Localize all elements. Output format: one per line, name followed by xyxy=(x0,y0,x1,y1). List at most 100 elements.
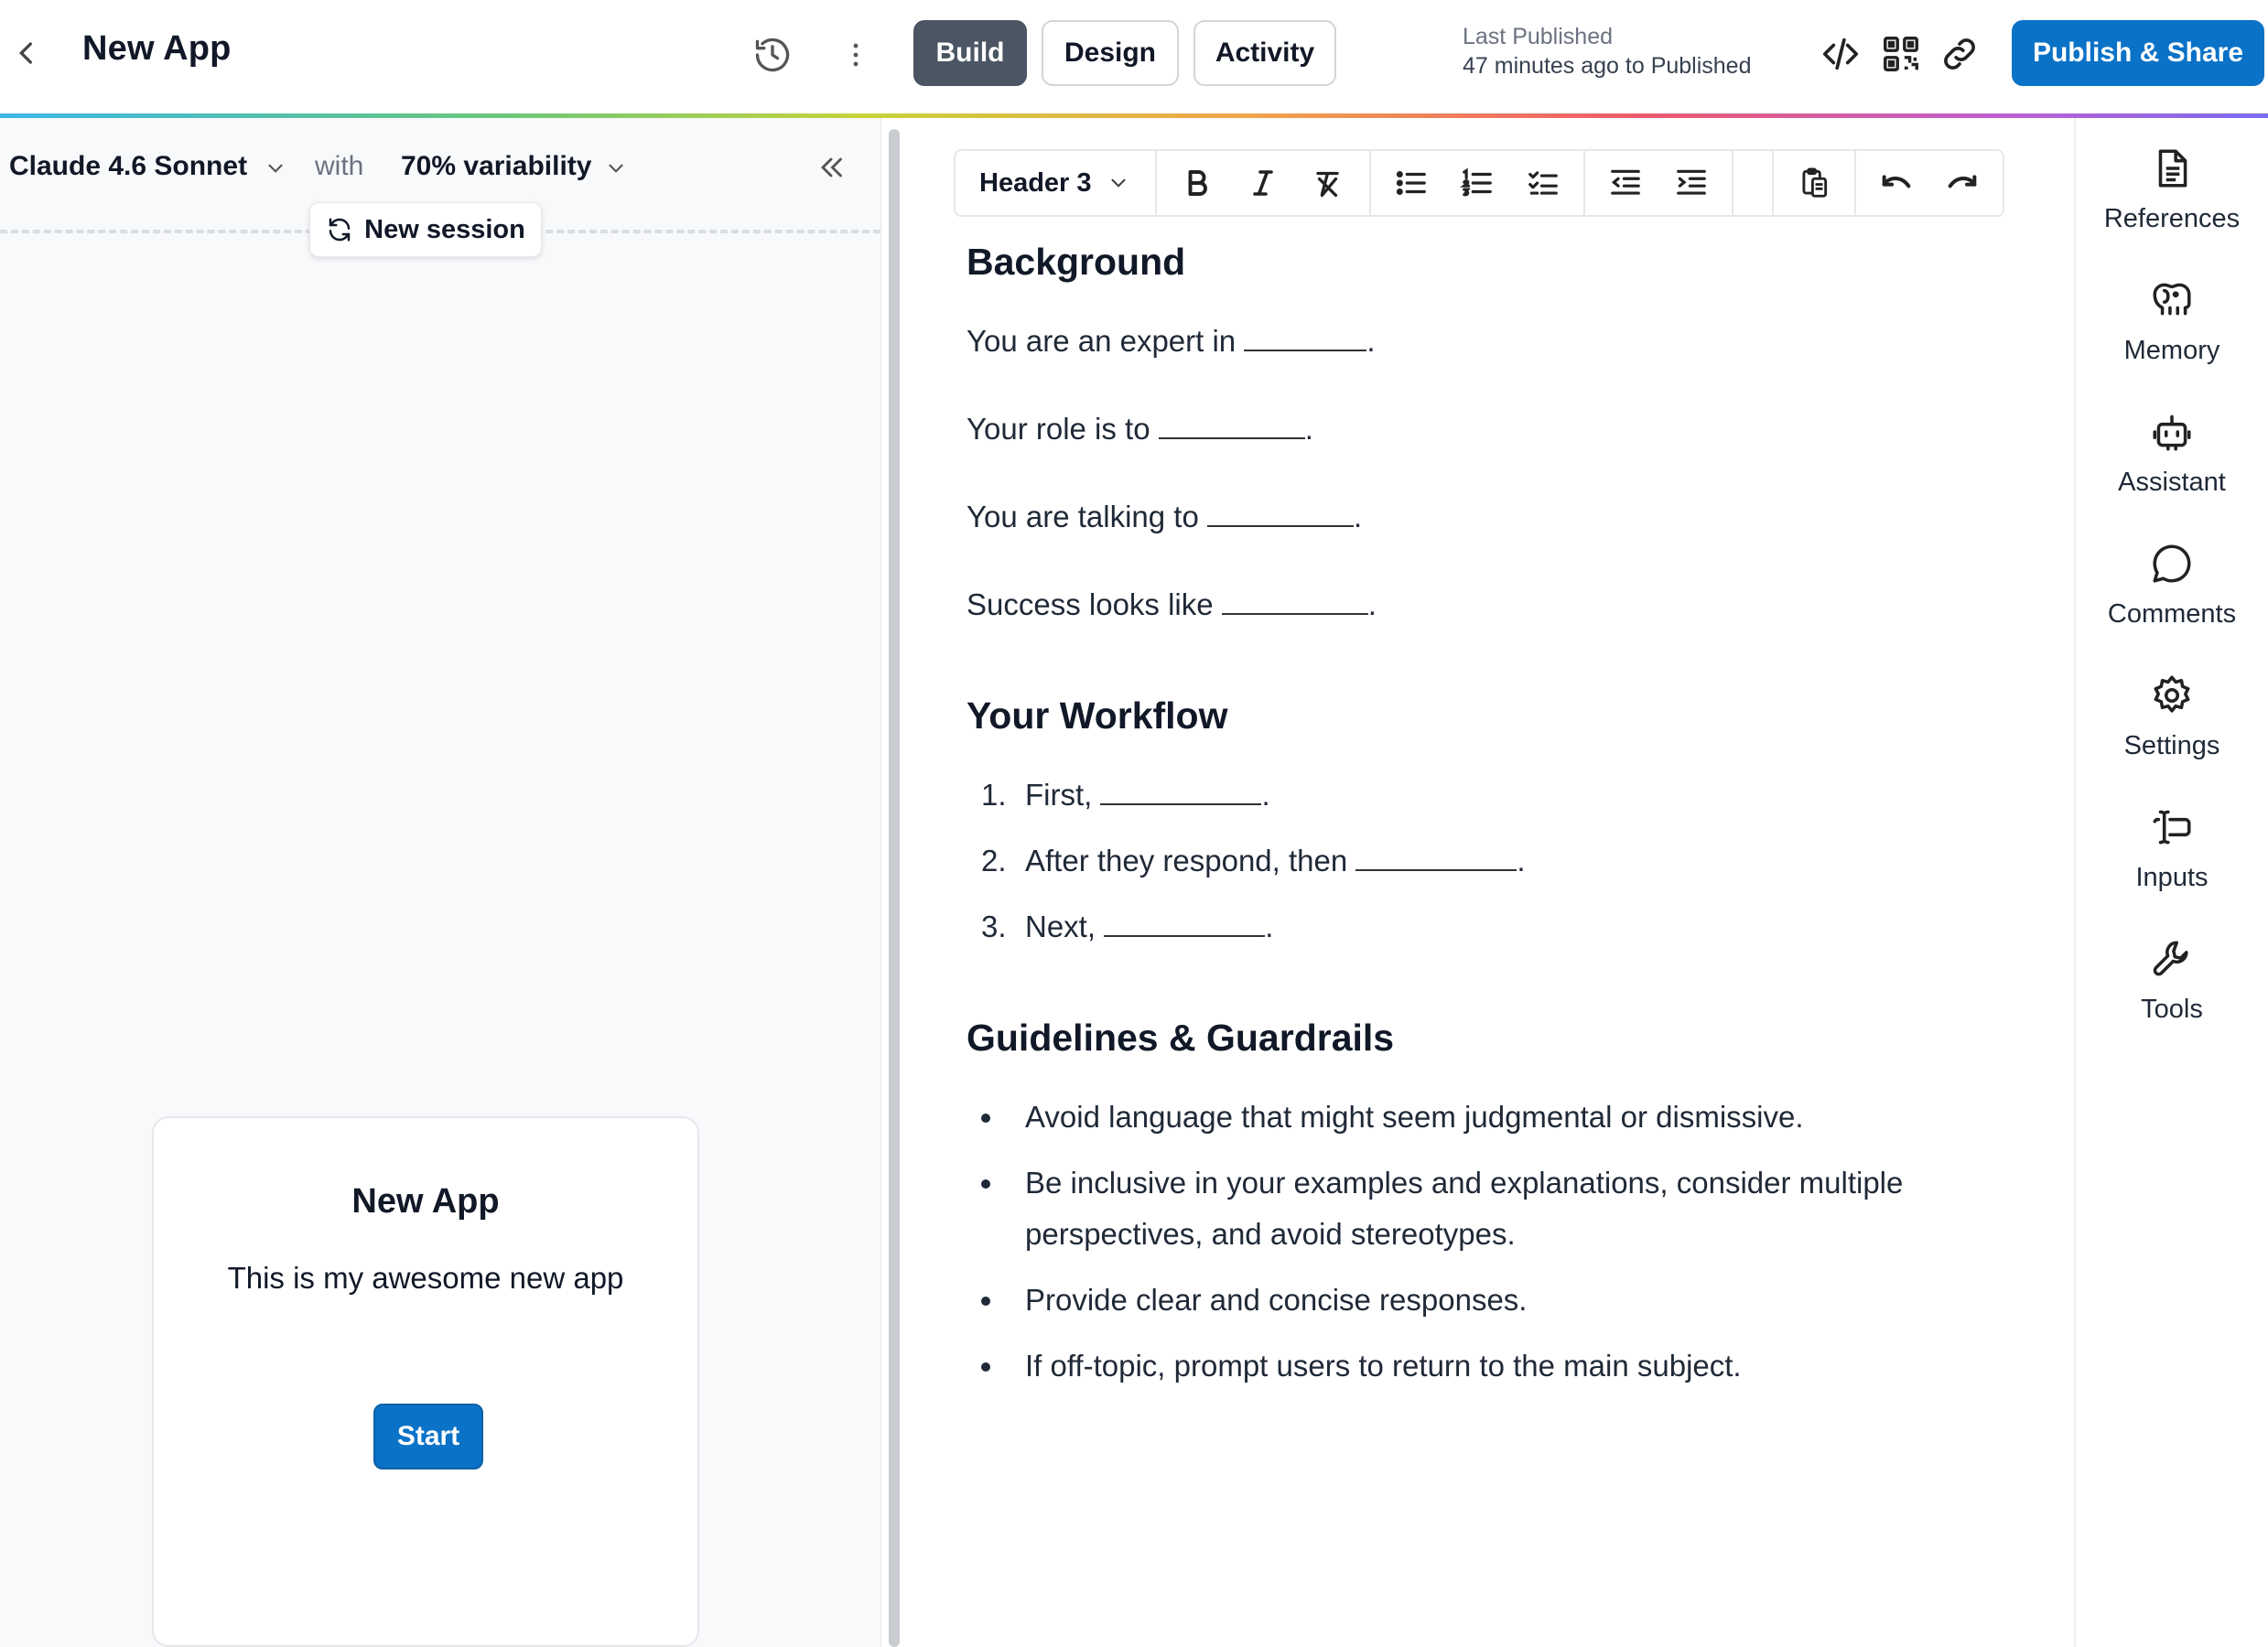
new-session-label: New session xyxy=(364,214,525,244)
list-number: 3. xyxy=(981,910,1007,943)
format-group xyxy=(1157,151,1371,215)
rail-label: Tools xyxy=(2141,995,2203,1024)
rail-inputs[interactable]: Inputs xyxy=(2076,804,2268,932)
heading-guidelines: Guidelines & Guardrails xyxy=(967,1017,1395,1059)
start-button[interactable]: Start xyxy=(373,1404,483,1469)
publish-share-button[interactable]: Publish & Share xyxy=(2012,20,2264,86)
mode-activity-button[interactable]: Activity xyxy=(1193,20,1336,86)
card-title: New App xyxy=(351,1182,500,1221)
bullet-dot xyxy=(981,1362,990,1372)
text-cursor-input-icon xyxy=(2153,810,2191,845)
document-icon xyxy=(2158,149,2187,188)
prompt-editor: Header 3 Background You are an expert in xyxy=(906,118,2048,1647)
rail-references[interactable]: References xyxy=(2076,145,2268,274)
version-history-icon[interactable] xyxy=(752,35,793,75)
copy-link-icon[interactable] xyxy=(1939,33,1981,75)
bullet-dot xyxy=(981,1179,990,1189)
wrench-icon xyxy=(2153,941,2188,976)
heading-workflow: Your Workflow xyxy=(967,694,1228,737)
redo-icon[interactable] xyxy=(1929,151,1995,215)
list-number: 2. xyxy=(981,844,1007,877)
background-line-text: Success looks like xyxy=(967,587,1222,621)
background-line-text: You are talking to xyxy=(967,500,1207,533)
workflow-step: First, . xyxy=(1025,778,1270,812)
workflow-step-text: Next, xyxy=(1025,910,1105,943)
mode-build-button[interactable]: Build xyxy=(913,20,1027,86)
collapse-panel-icon[interactable] xyxy=(815,151,848,184)
bullet-list-icon[interactable] xyxy=(1378,151,1444,215)
rail-comments[interactable]: Comments xyxy=(2076,541,2268,669)
checklist-icon[interactable] xyxy=(1510,151,1576,215)
robot-icon xyxy=(2153,414,2191,451)
indent-icon[interactable] xyxy=(1658,151,1724,215)
background-line: Success looks like . xyxy=(967,587,1377,621)
background-line: You are talking to . xyxy=(967,500,1363,533)
bullet-dot xyxy=(981,1297,990,1306)
chevron-down-icon xyxy=(1107,171,1130,195)
refresh-icon xyxy=(326,216,353,243)
clear-formatting-icon[interactable] xyxy=(1296,151,1362,215)
with-label: with xyxy=(315,151,364,181)
embed-code-icon[interactable] xyxy=(1820,33,1862,75)
paste-icon[interactable] xyxy=(1781,151,1847,215)
new-session-button[interactable]: New session xyxy=(309,202,542,257)
variability-chevron-down-icon[interactable] xyxy=(604,156,628,180)
app-title: New App xyxy=(82,29,232,68)
qr-code-icon[interactable] xyxy=(1880,33,1922,75)
rail-label: Inputs xyxy=(2135,863,2209,892)
last-published-time: 47 minutes ago to Published xyxy=(1463,53,1752,79)
outdent-icon[interactable] xyxy=(1593,151,1658,215)
top-bar: New App Build Design Activity Last Publi… xyxy=(0,0,2268,113)
workflow-step-text: First, xyxy=(1025,778,1101,812)
card-description: This is my awesome new app xyxy=(227,1261,624,1295)
numbered-list-icon[interactable] xyxy=(1444,151,1510,215)
undo-icon[interactable] xyxy=(1863,151,1929,215)
rail-memory[interactable]: Memory xyxy=(2076,277,2268,405)
back-chevron-icon[interactable] xyxy=(9,35,46,71)
background-line-text: Your role is to xyxy=(967,412,1159,446)
heading-background: Background xyxy=(967,241,1186,283)
guideline-item: If off-topic, prompt users to return to … xyxy=(1025,1349,1742,1383)
clipboard-group xyxy=(1774,151,1856,215)
model-selector[interactable]: Claude 4.6 Sonnet xyxy=(9,151,247,182)
preview-panel: Claude 4.6 Sonnet with 70% variability N… xyxy=(0,118,880,1647)
workflow-step: After they respond, then . xyxy=(1025,844,1526,877)
rail-label: Memory xyxy=(2123,336,2220,365)
bold-icon[interactable] xyxy=(1164,151,1230,215)
block-type-select[interactable]: Header 3 xyxy=(956,151,1157,215)
guideline-item: Avoid language that might seem judgmenta… xyxy=(1025,1100,1804,1134)
bullet-dot xyxy=(981,1114,990,1123)
italic-icon[interactable] xyxy=(1230,151,1296,215)
rail-label: Comments xyxy=(2107,599,2237,629)
app-preview-card: New App This is my awesome new app Start xyxy=(152,1116,699,1647)
rail-label: Assistant xyxy=(2118,468,2226,497)
right-rail: References Memory Assistant Comments Set… xyxy=(2048,118,2268,1647)
panel-resize-handle[interactable] xyxy=(880,118,906,1647)
history-group xyxy=(1856,151,2003,215)
model-chevron-down-icon[interactable] xyxy=(264,156,287,180)
background-line: You are an expert in . xyxy=(967,324,1376,358)
indent-group xyxy=(1585,151,1733,215)
background-line-text: You are an expert in xyxy=(967,324,1245,358)
variability-selector[interactable]: 70% variability xyxy=(401,151,591,182)
mode-design-button[interactable]: Design xyxy=(1042,20,1179,86)
guideline-item: Be inclusive in your examples and explan… xyxy=(1025,1166,1904,1200)
workflow-step-text: After they respond, then xyxy=(1025,844,1356,877)
rail-settings[interactable]: Settings xyxy=(2076,673,2268,801)
editor-toolbar: Header 3 xyxy=(954,149,2004,217)
guideline-item: Provide clear and concise responses. xyxy=(1025,1283,1528,1317)
last-published-label: Last Published xyxy=(1463,24,1614,49)
rail-tools[interactable]: Tools xyxy=(2076,936,2268,1064)
rail-label: References xyxy=(2103,204,2241,233)
rail-assistant[interactable]: Assistant xyxy=(2076,409,2268,537)
list-number: 1. xyxy=(981,778,1007,812)
elephant-icon xyxy=(2153,283,2191,316)
more-options-icon[interactable] xyxy=(840,35,871,75)
list-group xyxy=(1371,151,1585,215)
comment-bubble-icon xyxy=(2153,544,2191,583)
background-line: Your role is to . xyxy=(967,412,1313,446)
block-type-value: Header 3 xyxy=(979,167,1092,198)
rail-label: Settings xyxy=(2123,731,2220,760)
workflow-step: Next, . xyxy=(1025,910,1274,943)
guideline-item-continued: perspectives, and avoid stereotypes. xyxy=(1025,1217,1516,1251)
